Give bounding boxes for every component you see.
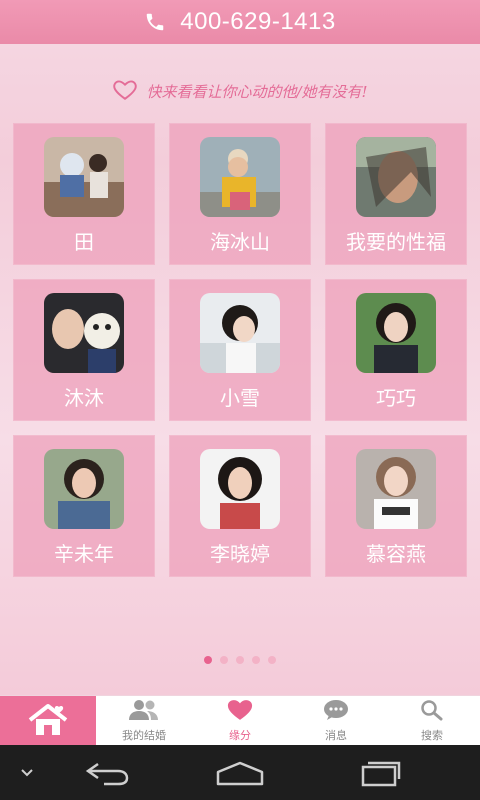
bottom-tab-bar: 我的结婚 缘分 消息 搜索 [0,695,480,746]
heart-outline-icon [112,76,138,106]
tab-label: 我的结婚 [122,729,166,742]
profile-name: 辛未年 [54,542,114,566]
tab-messages[interactable]: 消息 [288,696,384,746]
profile-card[interactable]: 我要的性福 [325,123,467,265]
tagline: 快来看看让你心动的他/她有没有! [0,76,480,106]
profile-name: 小雪 [220,386,260,410]
profile-avatar[interactable] [44,449,124,529]
tab-home[interactable] [0,696,96,746]
profile-card[interactable]: 巧巧 [325,279,467,421]
profile-grid: 田 海冰山 我要的性福 沐沐 小雪 巧巧 辛未年 李晓婷 慕容燕 [13,123,468,577]
page-dot[interactable] [220,656,228,664]
profile-card[interactable]: 慕容燕 [325,435,467,577]
tab-search[interactable]: 搜索 [384,696,480,746]
profile-card[interactable]: 小雪 [169,279,311,421]
page-indicator [0,656,480,664]
profile-card[interactable]: 李晓婷 [169,435,311,577]
home-icon [26,703,70,740]
page-dot[interactable] [236,656,244,664]
profile-avatar[interactable] [200,137,280,217]
profile-avatar[interactable] [200,293,280,373]
header-bar: 400-629-1413 [0,0,480,44]
chat-icon [323,699,349,724]
tab-label: 搜索 [421,729,443,742]
home-nav-icon[interactable] [162,760,318,786]
recent-apps-icon[interactable] [318,759,444,787]
heart-icon [226,699,254,724]
back-icon[interactable] [54,760,162,786]
profile-avatar[interactable] [356,449,436,529]
profile-name: 李晓婷 [210,542,270,566]
profile-card[interactable]: 海冰山 [169,123,311,265]
profile-name: 沐沐 [64,386,104,410]
profile-name: 我要的性福 [346,230,446,254]
tab-my-marriage[interactable]: 我的结婚 [96,696,192,746]
page-dot[interactable] [252,656,260,664]
tagline-text: 快来看看让你心动的他/她有没有! [146,82,368,101]
search-icon [420,699,444,724]
profile-avatar[interactable] [356,137,436,217]
profile-card[interactable]: 沐沐 [13,279,155,421]
tab-fate[interactable]: 缘分 [192,696,288,746]
profile-name: 田 [74,230,94,254]
profile-name: 海冰山 [210,230,270,254]
profile-card[interactable]: 辛未年 [13,435,155,577]
profile-avatar[interactable] [200,449,280,529]
profile-avatar[interactable] [356,293,436,373]
profile-avatar[interactable] [44,293,124,373]
page-dot[interactable] [268,656,276,664]
phone-number[interactable]: 400-629-1413 [180,8,335,36]
tab-label: 消息 [325,729,347,742]
page-dot-active[interactable] [204,656,212,664]
profile-name: 巧巧 [376,386,416,410]
people-icon [127,699,161,724]
tab-label: 缘分 [229,729,251,742]
profile-name: 慕容燕 [366,542,426,566]
phone-icon[interactable] [144,11,166,33]
menu-chevron-icon[interactable] [0,768,54,778]
profile-avatar[interactable] [44,137,124,217]
profile-card[interactable]: 田 [13,123,155,265]
system-nav-bar [0,745,480,800]
